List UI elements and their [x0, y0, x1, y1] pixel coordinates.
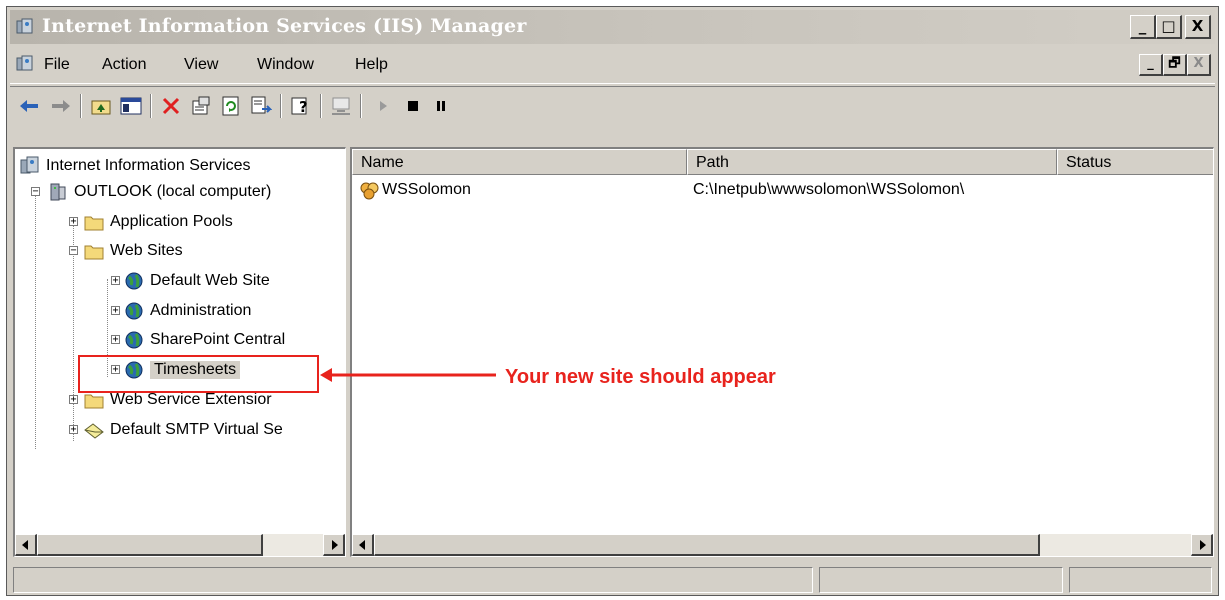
forward-arrow-icon[interactable] [48, 93, 74, 119]
menu-view[interactable]: View [184, 56, 218, 74]
smtp-envelope-icon [84, 423, 104, 439]
system-menu-icon[interactable] [16, 55, 34, 73]
up-folder-icon[interactable] [88, 93, 114, 119]
folder-icon [84, 245, 104, 260]
tree-pane[interactable]: Internet Information Services − OUTLOOK … [13, 147, 346, 557]
scroll-left-button[interactable] [15, 534, 37, 556]
tree-node-site[interactable]: Default Web Site [123, 268, 270, 294]
close-button[interactable]: X [1185, 15, 1211, 39]
list-horizontal-scrollbar[interactable] [352, 534, 1213, 556]
tree-node-computer[interactable]: OUTLOOK (local computer) [47, 179, 271, 205]
pause-icon[interactable] [428, 93, 454, 119]
status-panel-2 [819, 567, 1063, 593]
computer-icon[interactable] [328, 93, 354, 119]
scroll-thumb[interactable] [374, 534, 1040, 556]
scroll-thumb[interactable] [37, 534, 263, 556]
scroll-right-button[interactable] [323, 534, 345, 556]
expand-toggle[interactable]: + [69, 217, 78, 227]
play-icon[interactable] [370, 93, 396, 119]
child-minimize-button[interactable]: _ [1139, 54, 1163, 76]
tree-label: Default Web Site [150, 272, 270, 289]
child-restore-button[interactable]: 🗗 [1163, 54, 1187, 76]
child-close-button[interactable]: X [1187, 54, 1211, 76]
expand-toggle[interactable]: + [111, 306, 120, 316]
tree-label: SharePoint Central [150, 331, 286, 348]
toolbar-separator [280, 94, 282, 118]
column-header-path[interactable]: Path [687, 149, 1057, 175]
collapse-toggle[interactable]: − [69, 246, 78, 256]
svg-text:?: ? [299, 98, 308, 116]
folder-icon [84, 394, 104, 409]
folder-icon [84, 216, 104, 231]
tree-label: Web Sites [110, 242, 183, 259]
tree-label: Internet Information Services [46, 157, 251, 174]
tree-node-web-sites[interactable]: Web Sites [83, 238, 183, 264]
menu-help[interactable]: Help [355, 56, 388, 74]
status-bar [10, 564, 1215, 594]
annotation-arrow-icon [320, 368, 496, 382]
computer-icon [50, 183, 66, 201]
stop-icon[interactable] [400, 93, 426, 119]
toolbar-separator [150, 94, 152, 118]
tree-label: OUTLOOK (local computer) [74, 183, 272, 200]
globe-icon [125, 331, 143, 349]
list-cell-name: WSSolomon [382, 181, 471, 198]
web-service-icon [360, 182, 379, 200]
expand-toggle[interactable]: + [69, 395, 78, 405]
tree-connector [35, 189, 36, 449]
toolbar-separator [80, 94, 82, 118]
maximize-button[interactable]: □ [1156, 15, 1182, 39]
list-header: Name Path Status [352, 149, 1213, 175]
menu-window[interactable]: Window [257, 56, 314, 74]
menu-file[interactable]: File [44, 56, 70, 74]
window-title: Internet Information Services (IIS) Mana… [42, 15, 527, 37]
toolbar-separator [360, 94, 362, 118]
help-icon[interactable]: ? [288, 93, 314, 119]
expand-toggle[interactable]: + [69, 425, 78, 435]
export-list-icon[interactable] [248, 93, 274, 119]
list-pane[interactable]: Name Path Status WSSolomon C:\Inetpub\ww… [350, 147, 1214, 557]
scroll-right-button[interactable] [1191, 534, 1213, 556]
tree-node-iis-root[interactable]: Internet Information Services [19, 153, 251, 179]
tree-horizontal-scrollbar[interactable] [15, 534, 345, 556]
refresh-icon[interactable] [218, 93, 244, 119]
title-bar[interactable]: Internet Information Services (IIS) Mana… [10, 10, 1215, 44]
status-panel-main [13, 567, 813, 593]
globe-icon [125, 272, 143, 290]
globe-icon [125, 302, 143, 320]
list-cell-path: C:\Inetpub\wwwsolomon\WSSolomon\ [693, 181, 965, 198]
scroll-left-button[interactable] [352, 534, 374, 556]
tree-node-site[interactable]: Administration [123, 298, 251, 324]
column-header-name[interactable]: Name [352, 149, 687, 175]
tree-label: Application Pools [110, 213, 233, 230]
minimize-button[interactable]: _ [1130, 15, 1156, 39]
toolbar: ? [10, 86, 1215, 125]
tree-label: Administration [150, 302, 252, 319]
annotation-highlight-box [78, 355, 319, 393]
toolbar-separator [320, 94, 322, 118]
expand-toggle[interactable]: + [111, 335, 120, 345]
expand-toggle[interactable]: + [111, 276, 120, 286]
column-header-status[interactable]: Status [1057, 149, 1213, 175]
delete-icon[interactable] [158, 93, 184, 119]
iis-app-icon [16, 18, 33, 34]
annotation-text: Your new site should appear [505, 366, 776, 388]
back-arrow-icon[interactable] [16, 93, 42, 119]
tree-node-site[interactable]: SharePoint Central [123, 327, 285, 353]
tree-node-app-pools[interactable]: Application Pools [83, 209, 233, 235]
iis-root-icon [20, 156, 39, 174]
collapse-toggle[interactable]: − [31, 187, 40, 197]
menu-bar: File Action View Window Help _ 🗗 X [10, 47, 1215, 84]
tree-label: Default SMTP Virtual Se [110, 421, 283, 438]
iis-manager-window: Internet Information Services (IIS) Mana… [6, 6, 1219, 596]
tree-label: Web Service Extensior [110, 391, 272, 408]
show-hide-tree-icon[interactable] [118, 93, 144, 119]
list-row[interactable]: WSSolomon C:\Inetpub\wwwsolomon\WSSolomo… [352, 179, 1212, 203]
status-panel-3 [1069, 567, 1212, 593]
properties-icon[interactable] [188, 93, 214, 119]
tree-node-smtp[interactable]: Default SMTP Virtual Se [83, 417, 283, 443]
menu-action[interactable]: Action [102, 56, 146, 74]
